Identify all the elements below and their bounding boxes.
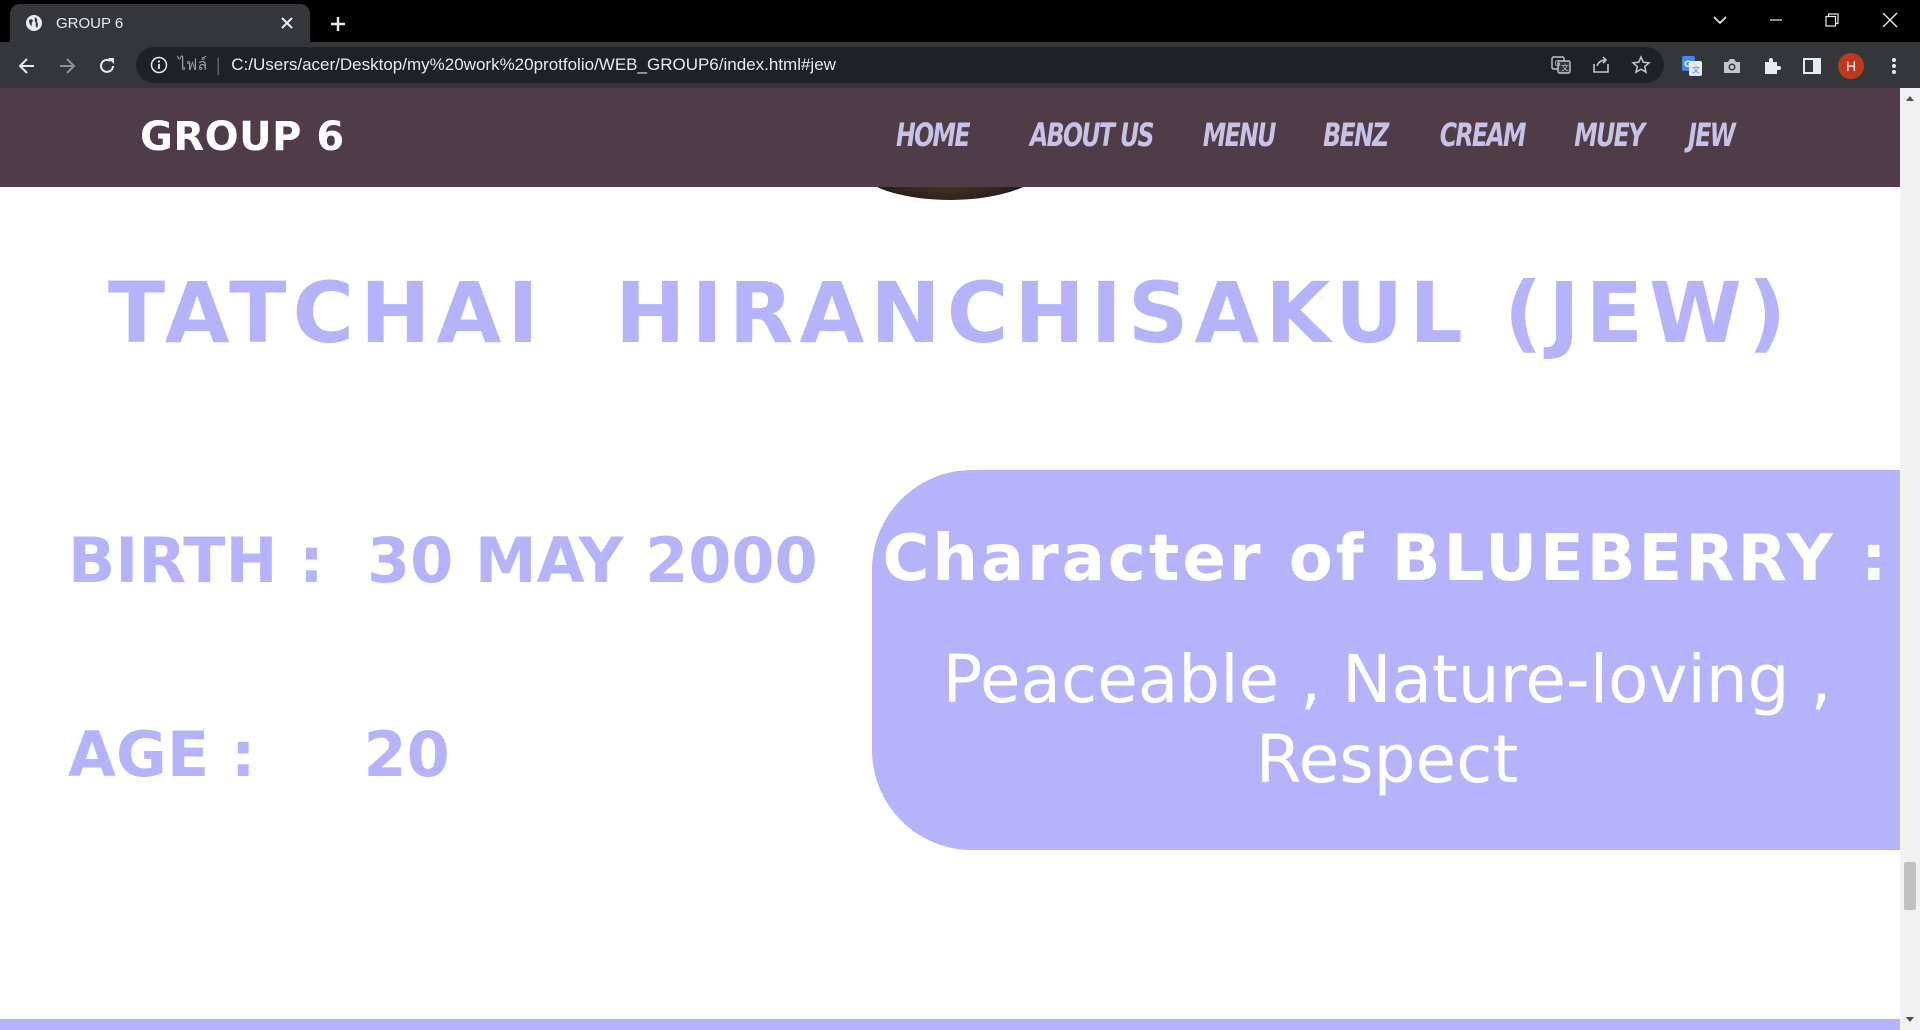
minimize-icon[interactable]: [1748, 0, 1804, 40]
nav-link-about-us[interactable]: ABOUT US: [1030, 116, 1154, 154]
address-separator: |: [215, 54, 222, 76]
site-nav: HOME ABOUT US MENU BENZ CREAM MUEY JEW: [880, 116, 1736, 154]
nav-link-muey[interactable]: MUEY: [1575, 116, 1646, 154]
back-arrow-icon[interactable]: [10, 49, 44, 83]
restore-icon[interactable]: [1804, 0, 1860, 40]
globe-icon: [24, 13, 44, 33]
character-card: Character of BLUEBERRY : Peaceable , Nat…: [872, 470, 1900, 850]
extensions-puzzle-icon[interactable]: [1756, 50, 1788, 82]
google-translate-extension-icon[interactable]: G文: [1676, 50, 1708, 82]
scroll-down-arrow-icon[interactable]: [1900, 1010, 1920, 1030]
site-brand[interactable]: GROUP 6: [140, 114, 345, 160]
browser-toolbar: ไฟล์ | C:/Users/acer/Desktop/my%20work%2…: [0, 42, 1920, 88]
page-scrollbar[interactable]: [1900, 88, 1920, 1030]
next-section-edge: [0, 1019, 1900, 1030]
nav-link-benz[interactable]: BENZ: [1323, 116, 1389, 154]
age-text: AGE : 20: [68, 718, 450, 791]
new-tab-button[interactable]: [322, 8, 354, 40]
member-name-heading: TATCHAI HIRANCHISAKUL (JEW): [107, 264, 1793, 362]
nav-link-home[interactable]: HOME: [896, 116, 971, 154]
reload-icon[interactable]: [90, 49, 124, 83]
svg-text:文: 文: [1561, 63, 1569, 73]
scroll-up-arrow-icon[interactable]: [1900, 88, 1920, 108]
scrollbar-thumb[interactable]: [1904, 862, 1916, 910]
tab-title: GROUP 6: [56, 14, 124, 32]
close-tab-icon[interactable]: [276, 12, 298, 34]
side-panel-icon[interactable]: [1796, 50, 1828, 82]
address-bar[interactable]: ไฟล์ | C:/Users/acer/Desktop/my%20work%2…: [136, 47, 1664, 83]
close-window-icon[interactable]: [1862, 0, 1918, 40]
address-url[interactable]: C:/Users/acer/Desktop/my%20work%20protfo…: [231, 55, 836, 75]
browser-tab-strip: GROUP 6: [0, 0, 1920, 42]
camera-icon[interactable]: [1716, 50, 1748, 82]
translate-icon[interactable]: G文: [1546, 50, 1576, 80]
share-icon[interactable]: [1586, 50, 1616, 80]
character-heading: Character of BLUEBERRY :: [882, 522, 1890, 596]
site-header: GROUP 6 HOME ABOUT US MENU BENZ CREAM MU…: [0, 88, 1900, 187]
bookmark-star-icon[interactable]: [1626, 50, 1656, 80]
browser-menu-icon[interactable]: [1878, 50, 1910, 82]
profile-avatar[interactable]: H: [1838, 53, 1864, 79]
info-icon[interactable]: [150, 56, 168, 74]
svg-text:G: G: [1555, 59, 1561, 68]
nav-link-cream[interactable]: CREAM: [1440, 116, 1527, 154]
browser-tab[interactable]: GROUP 6: [10, 4, 310, 42]
character-traits: Peaceable , Nature-loving , Respect: [942, 641, 1832, 798]
nav-link-jew[interactable]: JEW: [1688, 116, 1736, 154]
page-viewport: GROUP 6 HOME ABOUT US MENU BENZ CREAM MU…: [0, 88, 1900, 1030]
forward-arrow-icon[interactable]: [50, 49, 84, 83]
file-scheme-label: ไฟล์: [178, 56, 208, 74]
nav-link-menu[interactable]: MENU: [1203, 116, 1277, 154]
tab-search-icon[interactable]: [1692, 0, 1748, 40]
svg-text:G: G: [1684, 60, 1691, 70]
birth-date-text: BIRTH : 30 MAY 2000: [68, 524, 818, 597]
svg-text:文: 文: [1692, 65, 1700, 75]
